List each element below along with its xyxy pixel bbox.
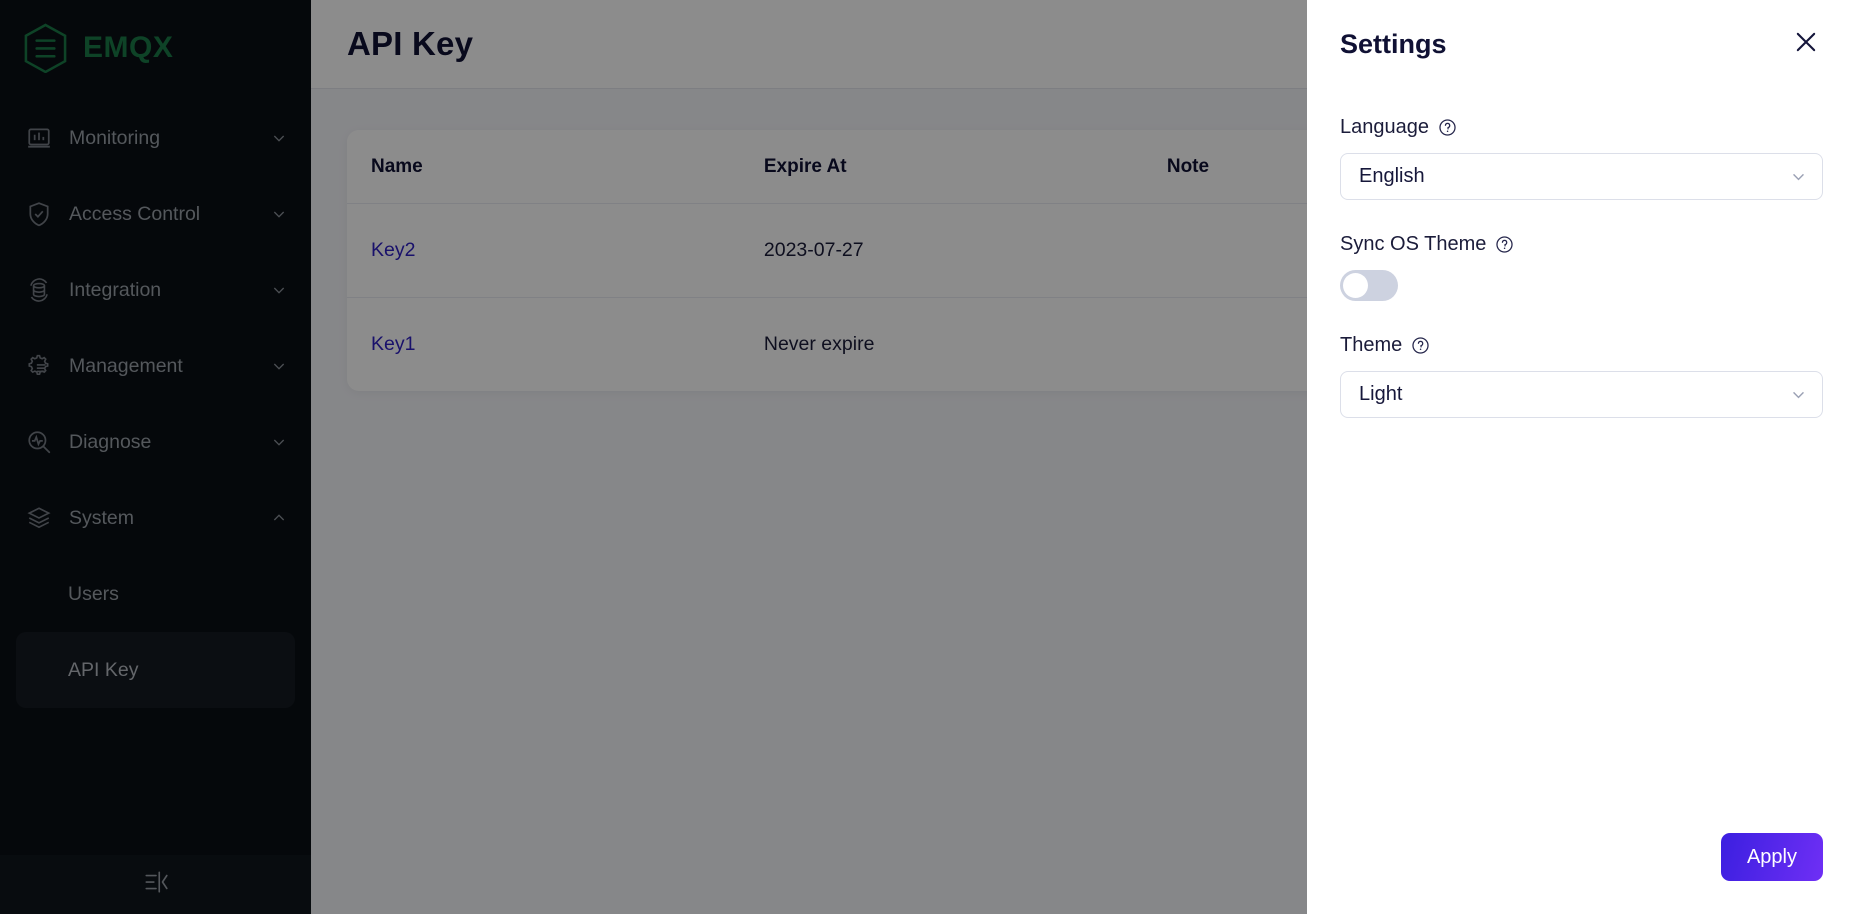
drawer-footer: Apply bbox=[1340, 833, 1823, 914]
sync-os-theme-label-row: Sync OS Theme bbox=[1340, 233, 1823, 256]
chevron-down-icon bbox=[1790, 168, 1807, 185]
sync-os-theme-field: Sync OS Theme bbox=[1340, 233, 1823, 301]
question-circle-icon[interactable] bbox=[1495, 235, 1514, 254]
language-label-row: Language bbox=[1340, 116, 1823, 139]
apply-button[interactable]: Apply bbox=[1720, 833, 1823, 881]
language-select-value: English bbox=[1359, 165, 1425, 187]
question-circle-icon[interactable] bbox=[1438, 118, 1457, 137]
theme-select-value: Light bbox=[1359, 383, 1403, 405]
app-window: EMQX Monitoring Access Control Integrati… bbox=[0, 0, 1856, 914]
sync-os-theme-toggle[interactable] bbox=[1340, 270, 1398, 301]
close-drawer-button[interactable] bbox=[1789, 27, 1823, 61]
theme-label: Theme bbox=[1340, 334, 1403, 356]
close-icon bbox=[1792, 28, 1820, 61]
theme-label-row: Theme bbox=[1340, 334, 1823, 357]
toggle-knob bbox=[1343, 273, 1368, 298]
drawer-body: Language English Sync OS Theme Theme Lig… bbox=[1340, 88, 1823, 833]
theme-select[interactable]: Light bbox=[1340, 371, 1823, 418]
drawer-title: Settings bbox=[1340, 28, 1447, 59]
language-field: Language English bbox=[1340, 116, 1823, 200]
question-circle-icon[interactable] bbox=[1411, 336, 1430, 355]
language-select[interactable]: English bbox=[1340, 153, 1823, 200]
settings-drawer: Settings Language English Sync OS Theme … bbox=[1307, 0, 1856, 914]
chevron-down-icon bbox=[1790, 386, 1807, 403]
sync-os-theme-label: Sync OS Theme bbox=[1340, 233, 1487, 255]
language-label: Language bbox=[1340, 116, 1429, 138]
theme-field: Theme Light bbox=[1340, 334, 1823, 418]
drawer-header: Settings bbox=[1340, 0, 1823, 88]
